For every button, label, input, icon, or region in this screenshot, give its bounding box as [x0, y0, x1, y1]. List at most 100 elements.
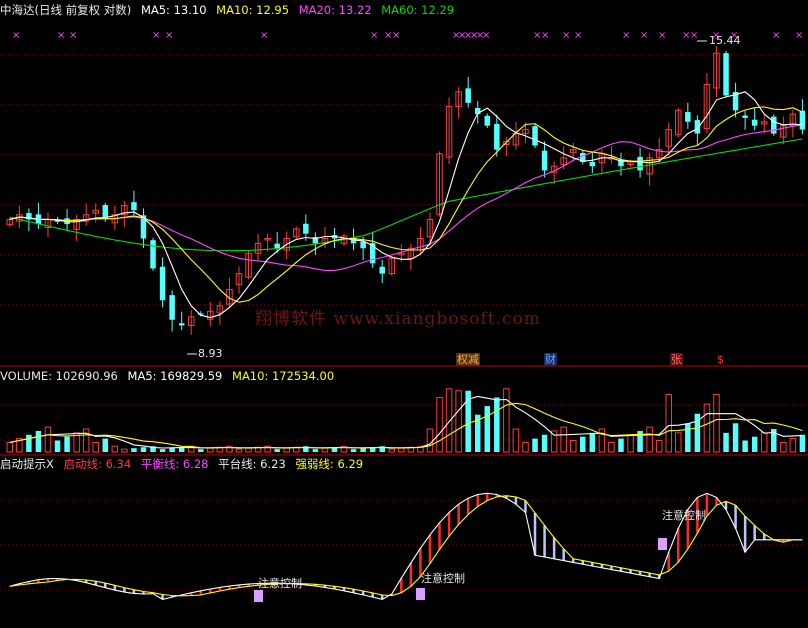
volume-bar-up [760, 432, 768, 453]
ma60-value: MA60: 12.29 [381, 3, 455, 17]
signal-mark-6: × [370, 30, 378, 41]
volume-bar-down [274, 449, 280, 452]
volume-ma10: MA10: 172534.00 [232, 369, 335, 383]
volume-bar-down [350, 449, 357, 452]
volume-bar-down [26, 434, 32, 452]
volume-bar-up [321, 447, 329, 453]
candle-body-down [637, 156, 643, 171]
signal-mark-23: × [690, 30, 698, 41]
event-marker-dollar[interactable]: $ [716, 353, 725, 366]
volume-bar-up [503, 388, 510, 453]
candle-body-down [751, 119, 758, 126]
volume-bar-down [159, 449, 166, 452]
volume-bar-up [82, 428, 90, 453]
chart-window: × × × × × × × × × × × × × × × × × × × × × × × × × × × × 中海达(日线 前复权 … [0, 0, 808, 628]
volume-bar-up [455, 390, 462, 453]
volume-bar-up [569, 440, 577, 453]
watermark: 翔博软件 www.xiangbosoft.com [255, 309, 541, 329]
main-title: 中海达(日线 前复权 对数) [0, 3, 132, 17]
ma10-value: MA10: 12.95 [216, 3, 290, 17]
candle-body-down [465, 88, 471, 103]
low-price-label: 8.93 [198, 347, 223, 360]
candle-body-down [484, 115, 491, 126]
volume-value: VOLUME: 102690.96 [0, 369, 118, 383]
volume-bar-up [598, 428, 606, 453]
volume-bar-down [618, 438, 624, 452]
candle-body-down [379, 266, 385, 274]
volume-bar-up [92, 441, 99, 453]
volume-bar-down [799, 434, 806, 452]
volume-bar-up [703, 403, 711, 453]
volume-bar-up [121, 448, 128, 453]
signal-mark-3: × [152, 30, 160, 41]
volume-bar-up [655, 440, 663, 453]
candle-body-down [303, 223, 309, 234]
volume-bar-down [685, 423, 691, 452]
volume-bar-up [627, 434, 634, 453]
candle-body-down [532, 126, 538, 146]
volume-bar-up [789, 438, 797, 453]
volume-bar-down [742, 440, 748, 452]
signal-mark-17: × [562, 30, 570, 41]
volume-bar-down [198, 449, 204, 452]
signal-mark-27: × [795, 30, 803, 41]
volume-bar-down [484, 406, 491, 452]
volume-bar-up [388, 448, 396, 453]
signal-mark-2: × [69, 30, 77, 41]
signal-mark-0: × [12, 30, 20, 41]
candle-body-down [541, 150, 548, 171]
candle-body-down [360, 241, 366, 249]
volume-bar-up [646, 426, 653, 453]
volume-bar-up [207, 447, 214, 453]
volume-bar-down [169, 448, 175, 452]
signal-mark-20: × [640, 30, 648, 41]
volume-bar-down [360, 448, 366, 452]
volume-bar-down [541, 434, 548, 452]
candle-body-down [685, 112, 691, 122]
event-marker-rise[interactable]: 张 [670, 353, 683, 366]
candle-body-down [169, 295, 175, 320]
candle-body-down [723, 53, 729, 96]
volume-bar-up [512, 428, 520, 453]
strength-line-value: 强弱线: 6.29 [295, 457, 364, 471]
volume-bar-down [102, 438, 109, 452]
attention-label-2: 注意控制 [421, 572, 465, 585]
volume-bar-down [54, 440, 61, 452]
volume-bar-up [522, 441, 529, 453]
volume-bar-down [140, 447, 147, 452]
volume-bar-up [713, 394, 720, 453]
main-header: 中海达(日线 前复权 对数) MA5: 13.10 MA10: 12.95 MA… [0, 3, 460, 17]
signal-mark-16: × [541, 30, 549, 41]
volume-bar-up [780, 441, 787, 453]
attention-box-1 [254, 590, 263, 602]
volume-bar-down [532, 438, 538, 452]
signal-mark-26: × [772, 30, 780, 41]
volume-bar-up [445, 388, 453, 453]
volume-bar-down [723, 432, 729, 452]
launch-line-value: 启动线: 6.34 [63, 457, 132, 471]
volume-bar-up [436, 396, 443, 453]
volume-bar-up [398, 447, 405, 453]
event-marker-finance[interactable]: 财 [544, 353, 557, 366]
volume-bar-down [580, 436, 586, 452]
event-marker-dividend[interactable]: 权减 [456, 353, 480, 366]
volume-bar-up [426, 428, 434, 453]
volume-bar-down [35, 430, 42, 452]
ma20-line [9, 124, 803, 271]
volume-header: VOLUME: 102690.96 MA5: 169829.59 MA10: 1… [0, 369, 340, 383]
volume-bar-up [665, 394, 672, 453]
candle-body-down [178, 323, 185, 326]
ma60-line [9, 138, 803, 252]
indicator-header: 启动提示X 启动线: 6.34 平衡线: 6.28 平台线: 6.23 强弱线:… [0, 457, 369, 471]
volume-ma5: MA5: 169829.59 [127, 369, 223, 383]
volume-bar-down [732, 423, 739, 452]
candle-body-down [274, 243, 280, 249]
volume-bar-up [44, 426, 52, 453]
volume-bar-down [751, 436, 758, 452]
signal-mark-8: × [392, 30, 400, 41]
attention-box-3 [658, 538, 667, 550]
volume-bar-up [560, 426, 567, 453]
volume-bar-down [131, 448, 137, 452]
volume-bar-up [235, 448, 243, 453]
signal-mark-14: × [482, 30, 490, 41]
